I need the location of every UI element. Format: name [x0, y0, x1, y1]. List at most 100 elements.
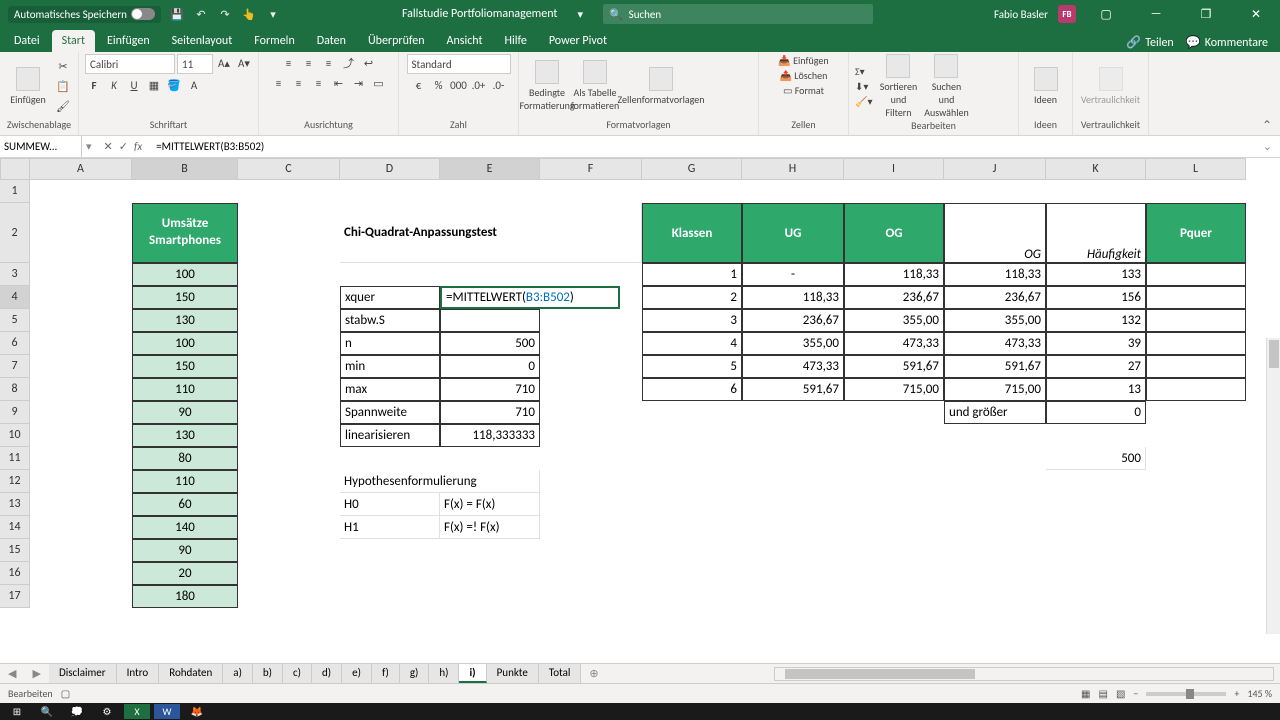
- row-header-15[interactable]: 15: [0, 539, 30, 562]
- klassen-1[interactable]: 2: [642, 286, 742, 309]
- autosum-icon[interactable]: Σ▾: [855, 65, 872, 78]
- column-header-D[interactable]: D: [340, 158, 440, 180]
- qat-more-icon[interactable]: ▾: [265, 6, 281, 22]
- klassen-4[interactable]: 5: [642, 355, 742, 378]
- ug-5[interactable]: 591,67: [742, 378, 844, 401]
- column-header-E[interactable]: E: [440, 158, 540, 180]
- ideas-button[interactable]: Ideen: [1025, 67, 1066, 106]
- formula-input[interactable]: =MITTELWERT(B3:B502): [150, 140, 1255, 153]
- find-select-button[interactable]: Suchen und Auswählen: [924, 54, 968, 119]
- sheet-tab-e[interactable]: e): [342, 664, 372, 683]
- format-painter-icon[interactable]: 🖌: [54, 97, 72, 115]
- comments-button[interactable]: 💬 Kommentare: [1186, 35, 1268, 50]
- bold-button[interactable]: F: [85, 76, 103, 94]
- cell-b4[interactable]: 150: [132, 286, 238, 309]
- cell-b6[interactable]: 100: [132, 332, 238, 355]
- row-header-8[interactable]: 8: [0, 378, 30, 401]
- stat-val-2[interactable]: 500: [440, 332, 540, 355]
- font-size-select[interactable]: 11: [177, 54, 213, 74]
- search-taskbar-icon[interactable]: 🔍: [34, 704, 60, 719]
- og-1[interactable]: 236,67: [844, 286, 944, 309]
- row-header-14[interactable]: 14: [0, 516, 30, 539]
- row-header-7[interactable]: 7: [0, 355, 30, 378]
- column-header-B[interactable]: B: [132, 158, 238, 180]
- minimize-button[interactable]: —: [1136, 0, 1176, 28]
- horizontal-scrollbar[interactable]: [774, 667, 1274, 681]
- select-all-corner[interactable]: [0, 158, 30, 180]
- pquer-5[interactable]: [1146, 378, 1246, 401]
- og-3[interactable]: 473,33: [844, 332, 944, 355]
- header-og[interactable]: OG: [844, 203, 944, 263]
- grow-font-icon[interactable]: A▴: [215, 54, 233, 72]
- percent-icon[interactable]: %: [430, 76, 448, 94]
- cell-b14[interactable]: 140: [132, 516, 238, 539]
- column-header-G[interactable]: G: [642, 158, 742, 180]
- h0-formula[interactable]: F(x) = F(x): [440, 493, 540, 516]
- stat-label-6[interactable]: linearisieren: [340, 424, 440, 447]
- h1-label[interactable]: H1: [340, 516, 440, 539]
- cell-b12[interactable]: 110: [132, 470, 238, 493]
- insert-cells-button[interactable]: 📥 Einfügen: [778, 54, 828, 67]
- haeuf-3[interactable]: 39: [1046, 332, 1146, 355]
- tab-formeln[interactable]: Formeln: [244, 30, 304, 52]
- stat-label-4[interactable]: max: [340, 378, 440, 401]
- haeuf-0[interactable]: 0: [1046, 401, 1146, 424]
- stat-val-1[interactable]: [440, 309, 540, 332]
- klassen-3[interactable]: 4: [642, 332, 742, 355]
- tab-einfuegen[interactable]: Einfügen: [97, 30, 160, 52]
- cell-b3[interactable]: 100: [132, 263, 238, 286]
- sheet-tab-Disclaimer[interactable]: Disclaimer: [49, 664, 117, 683]
- format-cells-button[interactable]: ▭ Format: [783, 84, 824, 97]
- haeuf-1[interactable]: 156: [1046, 286, 1146, 309]
- indent-dec-icon[interactable]: ⇤: [330, 74, 348, 92]
- sensitivity-button[interactable]: Vertraulichkeit: [1079, 67, 1142, 106]
- cut-icon[interactable]: ✂: [54, 57, 72, 75]
- align-left-icon[interactable]: ≡: [270, 74, 288, 92]
- save-icon[interactable]: 💾: [169, 6, 185, 22]
- italic-button[interactable]: K: [105, 76, 123, 94]
- cell-b5[interactable]: 130: [132, 309, 238, 332]
- h0-label[interactable]: H0: [340, 493, 440, 516]
- haeuf-0[interactable]: 133: [1046, 263, 1146, 286]
- delete-cells-button[interactable]: 📤 Löschen: [780, 69, 828, 82]
- cond-format-button[interactable]: Bedingte Formatierung: [525, 60, 569, 112]
- cell-b8[interactable]: 110: [132, 378, 238, 401]
- tab-datei[interactable]: Datei: [4, 30, 50, 52]
- haeuf-sum[interactable]: 500: [1046, 447, 1146, 470]
- stat-val-6[interactable]: 118,333333: [440, 424, 540, 447]
- row-header-11[interactable]: 11: [0, 447, 30, 470]
- sheet-tab-Intro[interactable]: Intro: [117, 664, 160, 683]
- cell-b11[interactable]: 80: [132, 447, 238, 470]
- sheet-tab-f[interactable]: f): [372, 664, 400, 683]
- haeuf-2[interactable]: 132: [1046, 309, 1146, 332]
- taskbar-app-icon[interactable]: ⚙: [94, 704, 120, 719]
- og2-3[interactable]: 473,33: [944, 332, 1046, 355]
- sheet-tab-d[interactable]: d): [312, 664, 342, 683]
- autosave-toggle[interactable]: Automatisches Speichern: [8, 6, 161, 23]
- share-button[interactable]: 🔗 Teilen: [1126, 35, 1174, 50]
- chi-quadrat-title[interactable]: Chi-Quadrat-Anpassungstest: [340, 203, 642, 263]
- orientation-icon[interactable]: ⤴: [340, 54, 358, 72]
- row-header-6[interactable]: 6: [0, 332, 30, 355]
- accept-formula-icon[interactable]: ✓: [119, 140, 128, 153]
- column-header-A[interactable]: A: [30, 158, 132, 180]
- pquer-0[interactable]: [1146, 263, 1246, 286]
- stat-label-0[interactable]: xquer: [340, 286, 440, 309]
- dec-inc-icon[interactable]: .0+: [470, 76, 488, 94]
- view-normal-icon[interactable]: ▦: [1081, 687, 1090, 700]
- header-klassen[interactable]: Klassen: [642, 203, 742, 263]
- cell-b10[interactable]: 130: [132, 424, 238, 447]
- format-table-button[interactable]: Als Tabelle formatieren: [573, 60, 617, 112]
- cell-b9[interactable]: 90: [132, 401, 238, 424]
- cell-b13[interactable]: 60: [132, 493, 238, 516]
- sort-filter-button[interactable]: Sortieren und Filtern: [876, 54, 920, 119]
- taskbar-firefox-icon[interactable]: 🦊: [184, 704, 210, 719]
- stat-label-3[interactable]: min: [340, 355, 440, 378]
- namebox-dropdown-icon[interactable]: ▾: [82, 140, 96, 153]
- name-box[interactable]: SUMMEW...: [0, 136, 82, 157]
- og-4[interactable]: 591,67: [844, 355, 944, 378]
- spreadsheet-grid[interactable]: ABCDEFGHIJKL 1234567891011121314151617 U…: [0, 158, 1280, 634]
- user-avatar[interactable]: FB: [1058, 5, 1076, 23]
- og-0[interactable]: 118,33: [844, 263, 944, 286]
- currency-icon[interactable]: €: [410, 76, 428, 94]
